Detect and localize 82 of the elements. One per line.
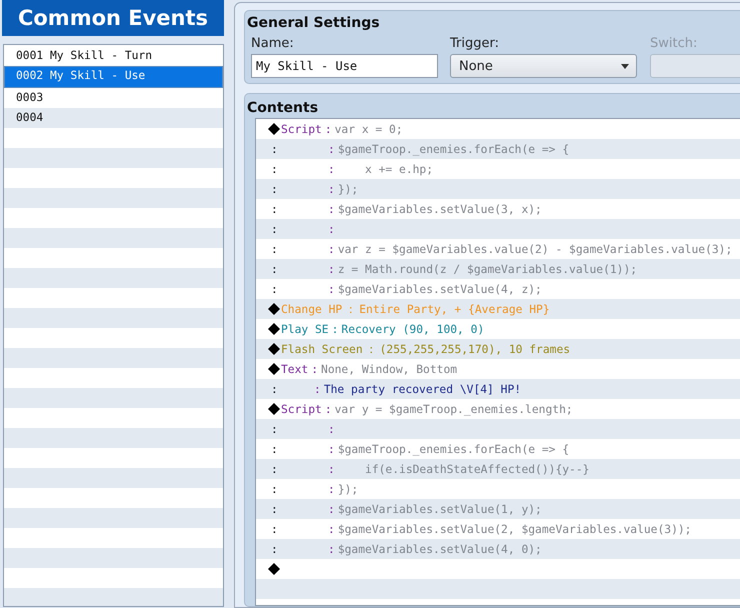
colon: : bbox=[311, 362, 318, 376]
colon: : bbox=[328, 162, 335, 176]
colon: : bbox=[271, 382, 278, 396]
command-text: $gameVariables.setValue(4, 0); bbox=[338, 542, 542, 556]
colon: : bbox=[328, 542, 335, 556]
diamond-icon bbox=[268, 403, 280, 415]
colon: : bbox=[271, 462, 278, 476]
colon: : bbox=[271, 442, 278, 456]
colon: ： bbox=[345, 302, 356, 316]
event-list-item[interactable]: 0001 My Skill - Turn bbox=[4, 46, 223, 66]
command-text: $gameVariables.setValue(2, $gameVariables.value(3)); bbox=[338, 522, 692, 536]
command-text: The party recovered \V[4] HP! bbox=[324, 382, 522, 396]
event-list-item[interactable]: 0004 bbox=[4, 108, 223, 128]
command-name[interactable]: Script bbox=[281, 402, 322, 416]
field-label: Trigger: bbox=[450, 36, 500, 51]
colon: : bbox=[328, 462, 335, 476]
colon: : bbox=[271, 142, 278, 156]
field-label: Switch: bbox=[650, 36, 698, 51]
trigger-dropdown[interactable]: None bbox=[450, 54, 637, 78]
diamond-icon bbox=[268, 563, 280, 575]
colon: : bbox=[328, 522, 335, 536]
command-text: $gameVariables.setValue(1, y); bbox=[338, 502, 542, 516]
diamond-icon bbox=[268, 343, 280, 355]
colon: : bbox=[271, 422, 278, 436]
colon: : bbox=[328, 282, 335, 296]
colon: : bbox=[328, 142, 335, 156]
colon: : bbox=[271, 502, 278, 516]
colon: : bbox=[328, 502, 335, 516]
command-text: var y = $gameTroop._enemies.length; bbox=[334, 402, 573, 416]
colon: : bbox=[271, 202, 278, 216]
command-text: $gameTroop._enemies.forEach(e => { bbox=[338, 442, 570, 456]
command-text: None, Window, Bottom bbox=[321, 362, 458, 376]
command-text: var z = $gameVariables.value(2) - $gameVariables.value(3); bbox=[338, 242, 732, 256]
group-title: Contents bbox=[247, 100, 320, 116]
colon: : bbox=[328, 222, 335, 236]
colon: : bbox=[328, 202, 335, 216]
command-text: $gameTroop._enemies.forEach(e => { bbox=[338, 142, 570, 156]
command-text: }); bbox=[338, 482, 358, 496]
colon: : bbox=[271, 162, 278, 176]
command-text: var x = 0; bbox=[334, 122, 403, 136]
diamond-icon bbox=[268, 323, 280, 335]
command-text: x += e.hp; bbox=[364, 162, 434, 176]
command-text: }); bbox=[338, 182, 358, 196]
command-text: Entire Party, + {Average HP} bbox=[359, 302, 550, 316]
colon: : bbox=[271, 262, 278, 276]
colon: : bbox=[271, 542, 278, 556]
colon: : bbox=[332, 322, 338, 336]
command-text: $gameVariables.setValue(3, x); bbox=[338, 202, 542, 216]
diamond-icon bbox=[268, 123, 280, 135]
command-text: Recovery (90, 100, 0) bbox=[341, 322, 484, 336]
command-text: (255,255,255,170), 10 frames bbox=[380, 342, 570, 356]
colon: : bbox=[271, 522, 278, 536]
group-title: General Settings bbox=[247, 15, 381, 31]
colon: : bbox=[271, 242, 278, 256]
colon: : bbox=[328, 482, 335, 496]
colon: : bbox=[328, 442, 335, 456]
panel-title: Common Events bbox=[2, 0, 224, 36]
command-name[interactable]: Script bbox=[281, 122, 322, 136]
command-text: $gameVariables.setValue(4, z); bbox=[338, 282, 542, 296]
command-name[interactable]: Text bbox=[281, 362, 308, 376]
colon: : bbox=[328, 262, 335, 276]
colon: : bbox=[271, 222, 278, 236]
colon: : bbox=[271, 182, 278, 196]
colon: : bbox=[328, 242, 335, 256]
command-text: if(e.isDeathStateAffected()){y--} bbox=[364, 462, 590, 476]
command-name[interactable]: Play SE bbox=[281, 322, 329, 336]
colon: : bbox=[324, 122, 332, 136]
event-list-item[interactable]: 0002 My Skill - Use bbox=[4, 66, 223, 88]
diamond-icon bbox=[268, 363, 280, 375]
command-text: z = Math.round(z / $gameVariables.value(1)); bbox=[338, 262, 638, 276]
colon: : bbox=[314, 382, 321, 396]
diamond-icon bbox=[268, 303, 280, 315]
event-list-item[interactable]: 0003 bbox=[4, 88, 223, 108]
colon: : bbox=[328, 182, 335, 196]
name-field[interactable]: My Skill - Use bbox=[251, 54, 438, 78]
caret-icon bbox=[621, 64, 629, 68]
colon: : bbox=[271, 482, 278, 496]
field-label: Name: bbox=[251, 36, 295, 51]
colon: : bbox=[271, 282, 278, 296]
colon: : bbox=[328, 422, 335, 436]
colon: : bbox=[324, 402, 332, 416]
colon: ： bbox=[366, 342, 377, 356]
